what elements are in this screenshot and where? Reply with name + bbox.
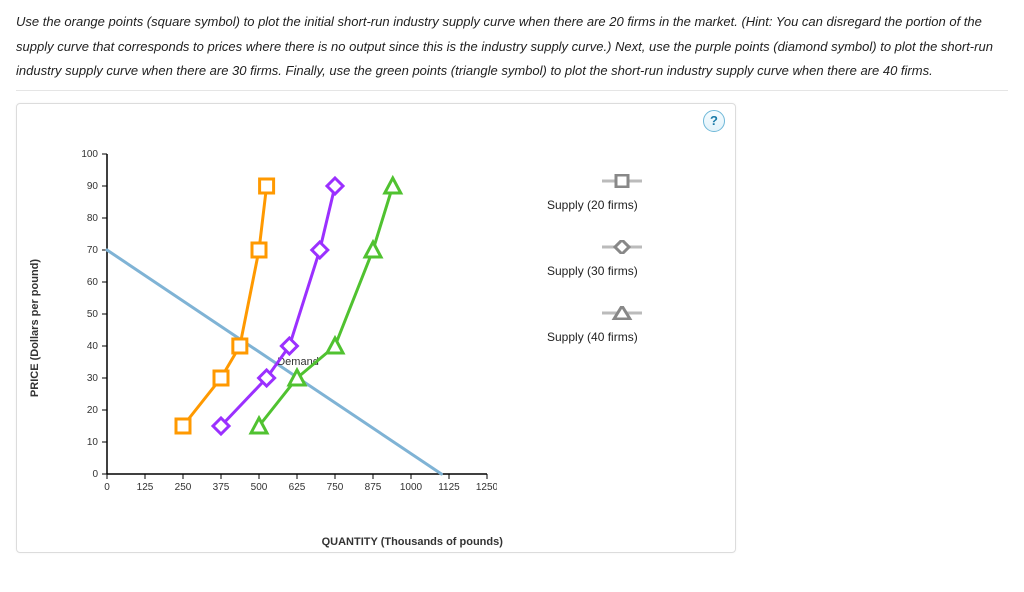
svg-text:50: 50 (87, 309, 99, 320)
svg-text:125: 125 (137, 482, 154, 493)
svg-text:40: 40 (87, 341, 99, 352)
svg-text:20: 20 (87, 405, 99, 416)
svg-text:625: 625 (289, 482, 306, 493)
svg-text:80: 80 (87, 213, 99, 224)
x-axis-label: QUANTITY (Thousands of pounds) (322, 536, 503, 548)
legend-item-supply20[interactable]: Supply (20 firms) (537, 174, 707, 212)
legend-label: Supply (20 firms) (537, 198, 707, 212)
svg-text:0: 0 (92, 469, 98, 480)
svg-text:30: 30 (87, 373, 99, 384)
help-button[interactable]: ? (703, 110, 725, 132)
svg-text:90: 90 (87, 181, 99, 192)
y-axis-label: PRICE (Dollars per pound) (29, 259, 41, 397)
diamond-icon (602, 240, 642, 254)
svg-text:0: 0 (104, 482, 110, 493)
legend-label: Supply (30 firms) (537, 264, 707, 278)
svg-text:100: 100 (81, 149, 98, 160)
legend: Supply (20 firms) Supply (30 firms) Supp… (537, 174, 707, 372)
svg-text:1125: 1125 (438, 482, 460, 493)
svg-text:250: 250 (175, 482, 192, 493)
svg-text:500: 500 (251, 482, 268, 493)
chart-area[interactable]: 0102030405060708090100012525037550062575… (57, 144, 497, 514)
svg-text:1000: 1000 (400, 482, 423, 493)
chart-panel: ? PRICE (Dollars per pound) 0 10 20 30 40 50 6… (16, 103, 736, 553)
legend-item-supply40[interactable]: Supply (40 firms) (537, 306, 707, 344)
svg-text:875: 875 (365, 482, 382, 493)
instructions-text: Use the orange points (square symbol) to… (16, 10, 1008, 91)
legend-item-supply30[interactable]: Supply (30 firms) (537, 240, 707, 278)
square-icon (602, 174, 642, 188)
triangle-icon (602, 306, 642, 320)
svg-text:70: 70 (87, 245, 99, 256)
svg-text:375: 375 (213, 482, 230, 493)
svg-text:750: 750 (327, 482, 344, 493)
svg-text:10: 10 (87, 437, 99, 448)
svg-text:60: 60 (87, 277, 99, 288)
svg-text:1250: 1250 (476, 482, 497, 493)
legend-label: Supply (40 firms) (537, 330, 707, 344)
chart-svg[interactable]: 0102030405060708090100012525037550062575… (57, 144, 497, 514)
